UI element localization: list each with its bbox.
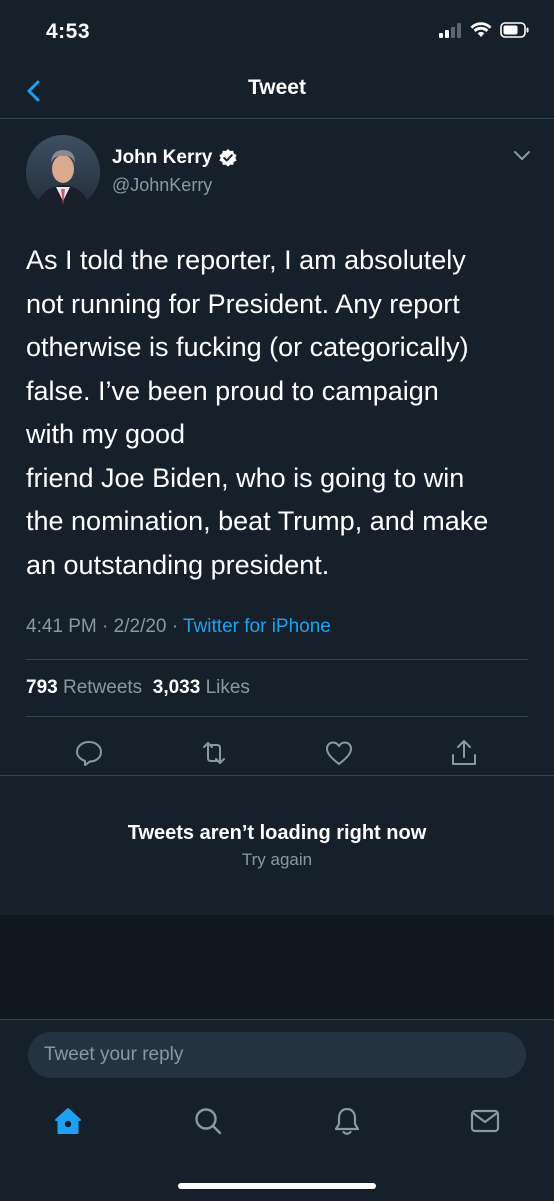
meta-separator: · <box>102 616 109 637</box>
notifications-icon[interactable] <box>331 1105 363 1137</box>
nav-bar: Tweet <box>0 66 554 119</box>
likes-count: 3,033 <box>152 677 201 698</box>
verified-badge-icon <box>219 149 237 167</box>
tweet-text-line: not running for President. Any report <box>26 288 460 319</box>
try-again-link[interactable]: Try again <box>0 850 554 870</box>
author-name-text: John Kerry <box>112 147 213 168</box>
signal-icon <box>439 23 461 38</box>
tweet-text: As I told the reporter, I am absolutely … <box>26 239 536 587</box>
tweet-text-line: the nomination, beat Trump, and make <box>26 506 489 536</box>
tweet-stats: 793 Retweets 3,033 Likes <box>26 677 250 699</box>
search-icon[interactable] <box>192 1105 224 1137</box>
tweet-text-line: false. I’ve been proud to campaign <box>26 375 439 406</box>
chevron-down-icon[interactable] <box>512 149 532 163</box>
tweet-date: 2/2/20 <box>113 616 167 637</box>
meta-separator: · <box>171 616 179 637</box>
like-icon[interactable] <box>324 738 354 768</box>
empty-state-title: Tweets aren’t loading right now <box>127 822 427 844</box>
bottom-bar <box>0 1019 554 1201</box>
tweet-source-link[interactable]: Twitter for iPhone <box>183 616 331 637</box>
avatar[interactable] <box>26 135 100 209</box>
tweet-meta: 4:41 PM · 2/2/20 · Twitter for iPhone <box>26 616 331 638</box>
messages-icon[interactable] <box>469 1105 501 1137</box>
retweets-stat[interactable]: 793 Retweets <box>26 677 142 698</box>
tweet-text-line: an outstanding president. <box>26 549 330 580</box>
retweets-count: 793 <box>26 677 58 698</box>
status-icons <box>438 22 530 38</box>
likes-stat[interactable]: 3,033 Likes <box>153 677 250 698</box>
divider <box>0 775 554 776</box>
share-icon[interactable] <box>449 738 479 768</box>
likes-label: Likes <box>205 677 250 698</box>
divider <box>26 716 528 717</box>
tweet-text-line: friend Joe Biden, who is going to win <box>26 462 465 493</box>
tweet-time: 4:41 PM <box>26 616 97 637</box>
author-name[interactable]: John Kerry <box>112 147 238 169</box>
wifi-icon <box>470 22 492 37</box>
page-title: Tweet <box>248 76 306 99</box>
tweet-actions <box>0 730 554 780</box>
home-indicator <box>178 1183 376 1189</box>
home-icon[interactable] <box>52 1105 84 1137</box>
tweet-text-line: otherwise is fucking (or categorically) <box>26 332 469 362</box>
retweets-label: Retweets <box>62 677 143 698</box>
author-handle[interactable]: @JohnKerry <box>112 175 212 196</box>
reply-input[interactable] <box>28 1032 526 1078</box>
retweet-icon[interactable] <box>199 738 229 768</box>
status-bar: 4:53 <box>0 0 554 66</box>
status-time: 4:53 <box>46 20 91 43</box>
content-spacer <box>0 915 554 1019</box>
battery-icon <box>500 22 529 38</box>
avatar-image <box>26 135 100 209</box>
reply-icon[interactable] <box>74 738 104 768</box>
tweet-text-line: As I told the reporter, I am absolutely <box>26 245 466 275</box>
divider <box>26 659 528 660</box>
tweet-text-line: with my good <box>26 419 186 449</box>
